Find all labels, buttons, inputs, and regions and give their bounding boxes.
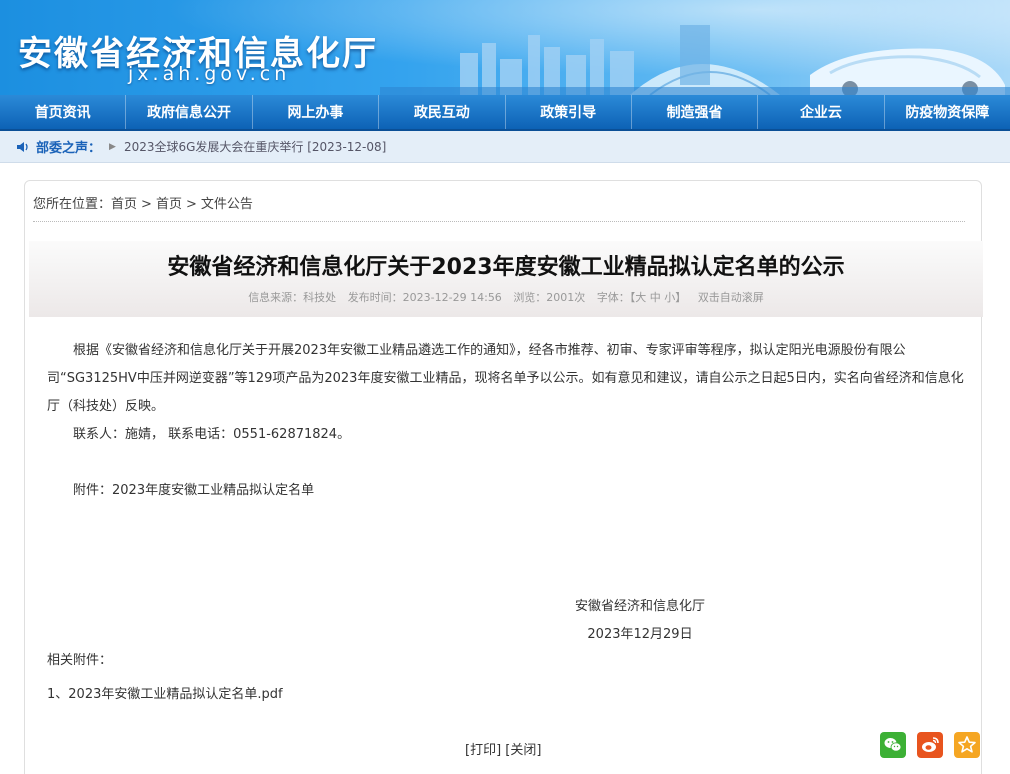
meta-font-size[interactable]: 字体：【大 中 小】 [597, 291, 687, 304]
article-title: 安徽省经济和信息化厅关于2023年度安徽工业精品拟认定名单的公示 [167, 255, 845, 280]
article-attachment-note: 附件：2023年度安徽工业精品拟认定名单 [73, 483, 315, 498]
site-domain: jx.ah.gov.cn [128, 63, 291, 85]
article-body: 根据《安徽省经济和信息化厅关于开展2023年安徽工业精品遴选工作的通知》，经各市… [47, 337, 965, 505]
city-skyline-image [380, 25, 1010, 95]
nav-item-manufacturing[interactable]: 制造强省 [632, 95, 759, 129]
news-ticker: 部委之声： ▶ 2023全球6G发展大会在重庆举行 [2023-12-08] [0, 131, 1010, 163]
title-band: 安徽省经济和信息化厅关于2023年度安徽工业精品拟认定名单的公示 信息来源：科技… [29, 241, 983, 317]
signature-date: 2023年12月29日 [587, 627, 693, 642]
wechat-icon[interactable] [880, 732, 906, 758]
nav-item-enterprise-cloud[interactable]: 企业云 [758, 95, 885, 129]
nav-item-gov-info[interactable]: 政府信息公开 [126, 95, 253, 129]
breadcrumb-prefix: 您所在位置： [33, 197, 112, 212]
breadcrumb-link-home[interactable]: 首页 [111, 197, 137, 212]
meta-auto-scroll: 双击自动滚屏 [697, 291, 764, 304]
weibo-icon[interactable] [917, 732, 943, 758]
main-nav: 首页资讯 政府信息公开 网上办事 政民互动 政策引导 制造强省 企业云 防疫物资… [0, 95, 1010, 131]
article-actions: [打印] [关闭] [465, 739, 541, 758]
attachments-label: 相关附件： [47, 653, 113, 668]
meta-views: 浏览：2001次 [513, 291, 586, 304]
nav-item-home-news[interactable]: 首页资讯 [0, 95, 127, 129]
signature-org: 安徽省经济和信息化厅 [574, 599, 705, 614]
breadcrumb-link-home-2[interactable]: 首页 [156, 197, 182, 212]
nav-item-online-services[interactable]: 网上办事 [253, 95, 380, 129]
breadcrumb-separator: > [141, 197, 152, 212]
ticker-news-link[interactable]: 2023全球6G发展大会在重庆举行 [2023-12-08] [124, 138, 386, 155]
ticker-label: 部委之声： [36, 141, 102, 156]
print-button[interactable]: [打印] [465, 743, 501, 758]
article-meta: 信息来源：科技处 发布时间：2023-12-29 14:56 浏览：2001次 … [29, 289, 983, 305]
divider [33, 221, 965, 222]
meta-time: 发布时间：2023-12-29 14:56 [347, 291, 502, 304]
article-container: 您所在位置：首页 > 首页 > 文件公告 安徽省经济和信息化厅关于2023年度安徽工业精… [24, 180, 983, 774]
article-signature: 安徽省经济和信息化厅 2023年12月29日 [565, 593, 715, 649]
article-paragraph: 根据《安徽省经济和信息化厅关于开展2023年安徽工业精品遴选工作的通知》，经各市… [47, 343, 964, 414]
nav-item-epidemic-supplies[interactable]: 防疫物资保障 [885, 95, 1010, 129]
breadcrumb: 您所在位置：首页 > 首页 > 文件公告 [33, 193, 257, 212]
breadcrumb-separator: > [185, 197, 197, 212]
site-banner: 安徽省经济和信息化厅 jx.ah.gov.cn [0, 0, 1010, 95]
close-button[interactable]: [关闭] [505, 743, 541, 758]
article-contact: 联系人：施婧， 联系电话：0551-62871824。 [73, 427, 351, 442]
breadcrumb-link-announcements[interactable]: 文件公告 [201, 197, 253, 212]
favorite-icon[interactable] [954, 732, 980, 758]
speaker-icon [17, 141, 28, 152]
ticker-bullet-icon: ▶ [109, 141, 116, 152]
nav-item-policy[interactable]: 政策引导 [506, 95, 632, 129]
attachment-link[interactable]: 1、2023年安徽工业精品拟认定名单.pdf [47, 683, 283, 702]
nav-item-interaction[interactable]: 政民互动 [379, 95, 506, 129]
meta-source: 信息来源：科技处 [248, 291, 337, 304]
